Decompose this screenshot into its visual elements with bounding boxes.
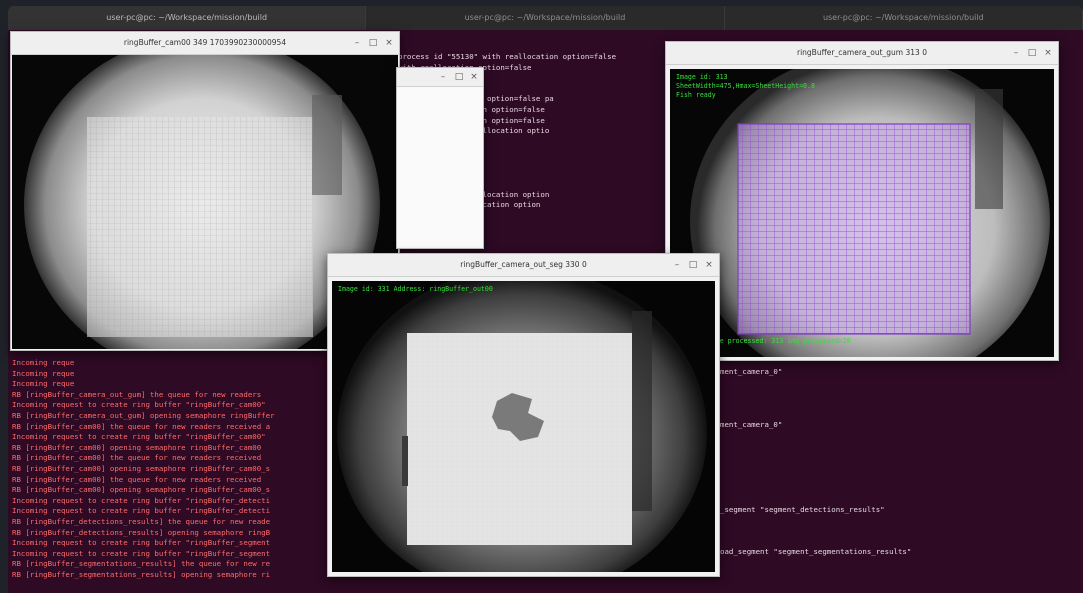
terminal-line: RB [ringBuffer_segmentations_results] op…	[12, 569, 271, 579]
desktop: user-pc@pc: ~/Workspace/mission/build us…	[0, 0, 1083, 593]
window-camera-out-seg[interactable]: ringBuffer_camera_out_seg 330 0 – □ × Im…	[327, 253, 720, 577]
window-camera-out-gum[interactable]: ringBuffer_camera_out_gum 313 0 – □ × Im…	[665, 41, 1059, 361]
terminal-line: RB [ringBuffer_camera_out_gum] the queue…	[12, 389, 262, 399]
terminal-line: RB [ringBuffer_cam00] opening semaphore …	[12, 485, 271, 495]
terminal-line: Incoming request to create ring buffer "…	[12, 506, 271, 516]
camera-view-gum: Image id: 313 SheetWidth=475,Hmax=SheetHe…	[670, 69, 1054, 357]
terminal-output-bottom: Incoming reque Incoming reque Incoming req…	[12, 358, 275, 580]
terminal-line: Incoming request to create ring buffer "…	[12, 400, 266, 410]
maximize-icon[interactable]: □	[1026, 47, 1038, 59]
terminal-line: Incoming reque	[12, 368, 75, 378]
window-cam00-title: ringBuffer_cam00 349 1703990230000954	[123, 38, 287, 47]
window-seg-title: ringBuffer_camera_out_seg 330 0	[460, 260, 587, 269]
terminal-line: Incoming request to create ring buffer "…	[12, 495, 271, 505]
terminal-line: RB [ringBuffer_cam00] the queue for new …	[12, 453, 262, 463]
terminal-line: RB [ringBuffer_camera_out_gum] opening s…	[12, 410, 275, 420]
overlay-line: Fish ready	[676, 91, 716, 99]
close-icon[interactable]: ×	[383, 37, 395, 49]
terminal-line: RB [ringBuffer_segmentations_results] th…	[12, 559, 271, 569]
terminal-line: ment_camera_0"	[720, 367, 783, 377]
terminal-tab-3[interactable]: user-pc@pc: ~/Workspace/mission/build	[725, 6, 1083, 30]
seg-overlay-text: Image id: 331 Address: ringBuffer_out00	[338, 285, 493, 294]
window-gum-titlebar[interactable]: ringBuffer_camera_out_gum 313 0 – □ ×	[666, 42, 1058, 65]
terminal-line: RB [ringBuffer_cam00] opening semaphore …	[12, 463, 271, 473]
minimize-icon[interactable]: –	[671, 259, 683, 271]
maximize-icon[interactable]: □	[687, 259, 699, 271]
terminal-tab-1[interactable]: user-pc@pc: ~/Workspace/mission/build	[8, 6, 367, 30]
terminal-line: Incoming request to create ring buffer "…	[12, 548, 271, 558]
window-gum-title: ringBuffer_camera_out_gum 313 0	[797, 48, 927, 57]
maximize-icon[interactable]: □	[367, 37, 379, 49]
terminal-line: RB [ringBuffer_detections_results] the q…	[12, 516, 271, 526]
terminal-line: oad_segment "segment_segmentations_resul…	[720, 547, 912, 557]
overlay-line: Image id: 331 Address: ringBuffer_out00	[338, 285, 493, 293]
terminal-tabbar: user-pc@pc: ~/Workspace/mission/build us…	[8, 6, 1083, 30]
terminal-line: ment_camera_0"	[720, 420, 783, 430]
window-blank[interactable]: – □ ×	[396, 67, 484, 249]
minimize-icon[interactable]: –	[1010, 47, 1022, 59]
terminal-line: Incoming request to create ring buffer "…	[12, 538, 271, 548]
terminal-line: process id "55130" with reallocation opt…	[398, 52, 617, 61]
close-icon[interactable]: ×	[703, 259, 715, 271]
gum-overlay-text: Image id: 313 SheetWidth=475,Hmax=SheetHe…	[676, 73, 815, 100]
terminal-line: Incoming reque	[12, 379, 75, 389]
camera-image-seg	[337, 281, 707, 572]
window-blank-titlebar[interactable]: – □ ×	[397, 68, 483, 87]
window-cam00-titlebar[interactable]: ringBuffer_cam00 349 1703990230000954 – …	[11, 32, 399, 55]
close-icon[interactable]: ×	[1042, 47, 1054, 59]
terminal-line: Incoming reque	[12, 358, 75, 367]
overlay-line: Image id: 313	[676, 73, 728, 81]
camera-image-gum	[690, 69, 1050, 357]
terminal-output-lower-right: ment_camera_0" ment_camera_0" _segment "…	[720, 346, 911, 558]
terminal-line: RB [ringBuffer_cam00] the queue for new …	[12, 421, 271, 431]
terminal-line: RB [ringBuffer_cam00] the queue for new …	[12, 474, 262, 484]
terminal-line: RB [ringBuffer_detections_results] openi…	[12, 527, 271, 537]
terminal-tab-2[interactable]: user-pc@pc: ~/Workspace/mission/build	[366, 6, 725, 30]
terminal-line: RB [ringBuffer_cam00] opening semaphore …	[12, 442, 262, 452]
close-icon[interactable]: ×	[468, 71, 480, 83]
camera-view-seg: Image id: 331 Address: ringBuffer_out00	[332, 281, 715, 572]
maximize-icon[interactable]: □	[453, 71, 465, 83]
terminal-line: _segment "segment_detections_results"	[720, 504, 885, 514]
window-seg-titlebar[interactable]: ringBuffer_camera_out_seg 330 0 – □ ×	[328, 254, 719, 277]
minimize-icon[interactable]: –	[437, 71, 449, 83]
terminal-line: Incoming request to create ring buffer "…	[12, 432, 266, 442]
overlay-line: SheetWidth=475,Hmax=SheetHeight=0.8	[676, 82, 815, 90]
minimize-icon[interactable]: –	[351, 37, 363, 49]
